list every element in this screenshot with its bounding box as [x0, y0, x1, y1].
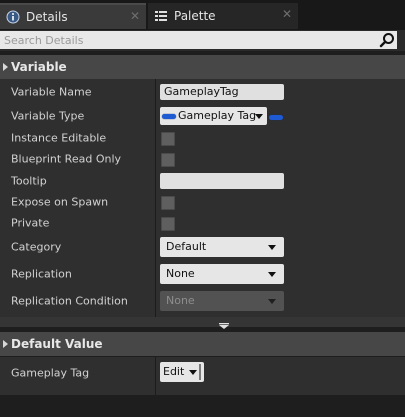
tab-details-close-icon[interactable]: ✕ [130, 9, 140, 23]
button-separator [199, 364, 201, 380]
property-row-replication: Replication None [0, 262, 405, 286]
variable-type-dropdown[interactable]: Gameplay Tag [160, 107, 267, 125]
chevron-down-icon [255, 114, 263, 119]
replication-value: None [166, 267, 195, 280]
gameplay-tag-label: Gameplay Tag [11, 366, 90, 380]
variable-type-label: Variable Type [11, 109, 85, 123]
replication-combobox[interactable]: None [160, 264, 284, 284]
property-row-variable-type: Variable Type Gameplay Tag [0, 104, 405, 128]
tab-palette-label: Palette [174, 9, 216, 23]
blueprint-read-only-checkbox[interactable] [161, 153, 175, 167]
replication-condition-combobox: None [160, 291, 284, 311]
category-value: Default [166, 240, 207, 253]
tab-details-label: Details [26, 10, 68, 24]
property-row-category: Category Default [0, 235, 405, 259]
search-icon[interactable] [379, 32, 395, 48]
property-row-expose-on-spawn: Expose on Spawn [0, 192, 405, 212]
default-value-properties: Gameplay Tag Edit [0, 357, 405, 395]
chevron-down-icon [189, 370, 197, 375]
expose-on-spawn-label: Expose on Spawn [11, 195, 109, 209]
advanced-toggle-bar[interactable] [0, 317, 405, 329]
expand-arrow-icon [219, 319, 229, 329]
section-default-value-title: Default Value [11, 337, 103, 351]
property-row-variable-name: Variable Name GameplayTag [0, 81, 405, 103]
variable-name-input[interactable]: GameplayTag [160, 84, 284, 100]
search-bar [0, 30, 405, 51]
property-row-tooltip: Tooltip [0, 170, 405, 192]
variable-properties: Variable Name GameplayTag Variable Type … [0, 79, 405, 317]
property-row-gameplay-tag: Gameplay Tag Edit [0, 361, 405, 385]
instance-editable-label: Instance Editable [11, 131, 107, 145]
replication-label: Replication [11, 267, 72, 281]
instance-editable-checkbox[interactable] [161, 132, 175, 146]
category-combobox[interactable]: Default [160, 237, 284, 257]
section-variable-header[interactable]: Variable [0, 55, 405, 79]
expose-on-spawn-checkbox[interactable] [161, 196, 175, 210]
palette-list-icon [154, 9, 168, 23]
collapse-arrow-icon [3, 340, 8, 348]
tooltip-label: Tooltip [11, 174, 47, 188]
collapse-arrow-icon [3, 63, 8, 71]
replication-condition-label: Replication Condition [11, 294, 128, 308]
tooltip-input[interactable] [160, 173, 284, 189]
info-icon [6, 10, 20, 24]
variable-type-pin-icon [162, 114, 176, 119]
blueprint-read-only-label: Blueprint Read Only [11, 152, 122, 166]
gameplay-tag-edit-button[interactable]: Edit [160, 362, 204, 382]
tab-bar: Details ✕ Palette ✕ [0, 0, 405, 30]
tab-palette[interactable]: Palette ✕ [148, 3, 298, 29]
property-row-blueprint-read-only: Blueprint Read Only [0, 149, 405, 169]
property-row-instance-editable: Instance Editable [0, 128, 405, 148]
property-row-replication-condition: Replication Condition None [0, 289, 405, 313]
property-row-private: Private [0, 213, 405, 233]
section-default-value-header[interactable]: Default Value [0, 332, 405, 356]
search-input[interactable] [0, 31, 397, 49]
container-type-pin-icon[interactable] [269, 115, 283, 120]
variable-name-label: Variable Name [11, 85, 92, 99]
chevron-down-icon [268, 272, 276, 277]
chevron-down-icon [268, 299, 276, 304]
category-label: Category [11, 240, 62, 254]
chevron-down-icon [268, 245, 276, 250]
private-label: Private [11, 216, 50, 230]
edit-button-label: Edit [163, 365, 185, 378]
private-checkbox[interactable] [161, 217, 175, 231]
replication-condition-value: None [166, 294, 195, 307]
tab-details[interactable]: Details ✕ [0, 3, 146, 29]
variable-type-value: Gameplay Tag [178, 109, 257, 122]
section-variable-title: Variable [11, 60, 67, 74]
tab-palette-close-icon[interactable]: ✕ [282, 7, 292, 21]
